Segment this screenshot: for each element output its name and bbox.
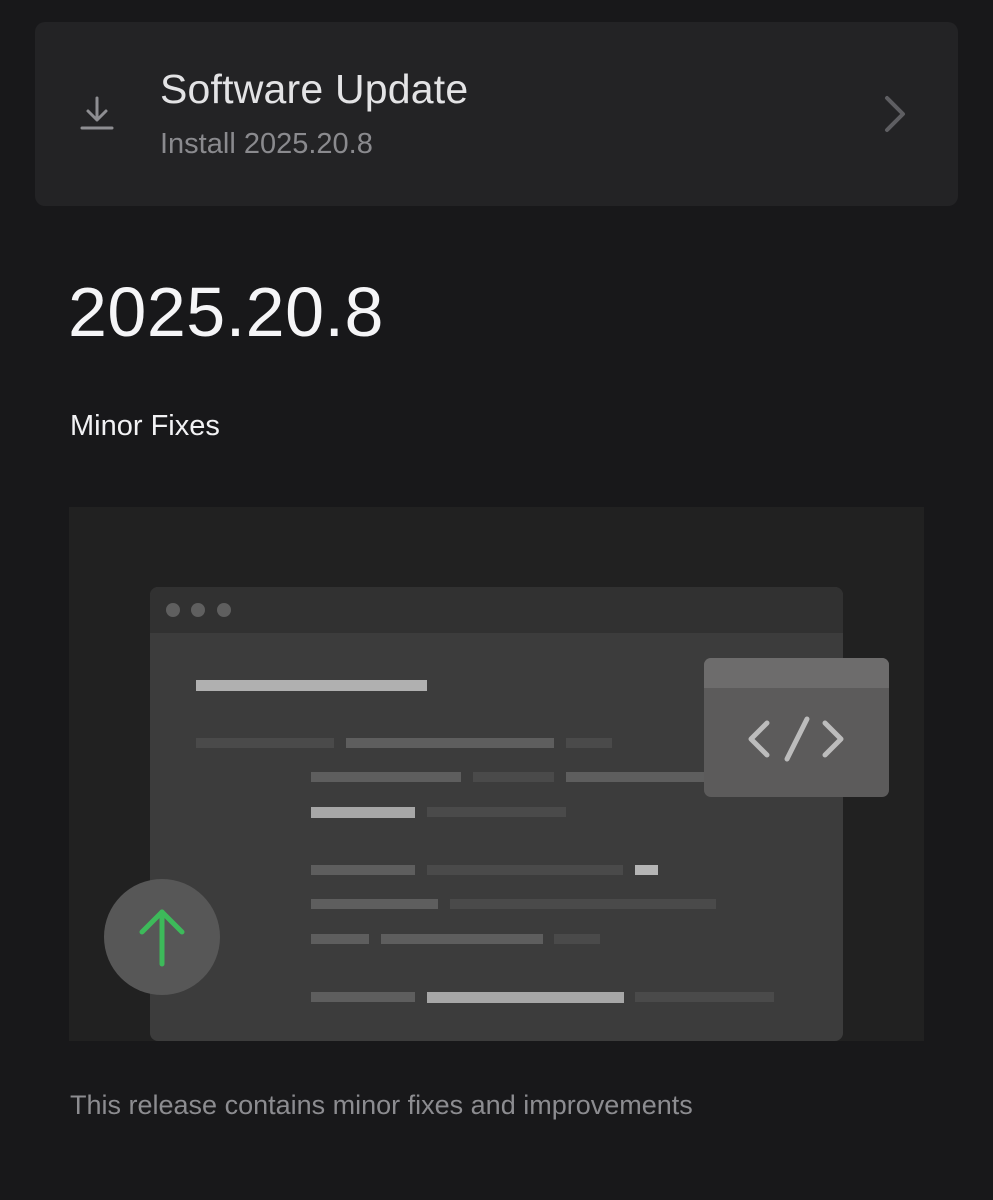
release-type-label: Minor Fixes <box>70 410 220 442</box>
release-description: This release contains minor fixes and im… <box>70 1090 693 1120</box>
card-subtitle: Install 2025.20.8 <box>160 128 373 160</box>
browser-window <box>150 587 843 1041</box>
release-illustration <box>69 507 924 1041</box>
software-update-card[interactable] <box>35 22 958 206</box>
version-heading: 2025.20.8 <box>68 273 384 351</box>
download-icon <box>80 96 114 130</box>
upload-badge <box>104 879 220 995</box>
code-window <box>704 658 889 797</box>
chevron-right-icon[interactable] <box>880 94 910 134</box>
card-title: Software Update <box>160 66 469 112</box>
